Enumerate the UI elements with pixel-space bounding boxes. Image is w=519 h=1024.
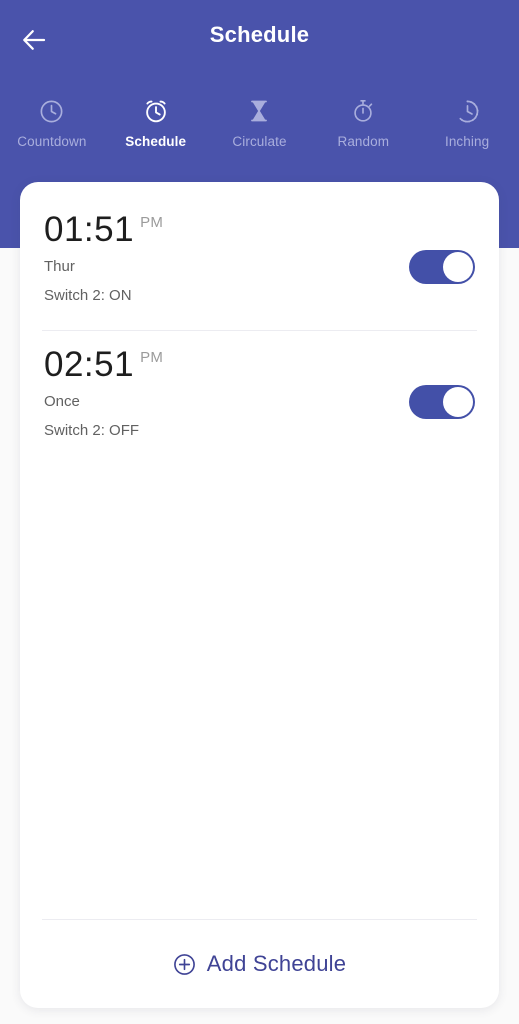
schedule-list: 01:51 PM Thur Switch 2: ON 02:51 PM Once… (20, 182, 499, 919)
page-title: Schedule (209, 22, 310, 47)
schedule-action: Switch 2: OFF (44, 421, 140, 439)
tab-label-random: Random (337, 134, 390, 149)
schedule-card: 01:51 PM Thur Switch 2: ON 02:51 PM Once… (20, 182, 499, 1008)
add-schedule-label: Add Schedule (206, 951, 347, 976)
schedule-action: Switch 2: ON (44, 286, 132, 304)
tab-circulate[interactable]: Circulate (208, 92, 312, 170)
schedule-time: 01:51 (44, 210, 135, 249)
tab-label-countdown: Countdown (17, 134, 87, 149)
schedule-toggle[interactable] (409, 250, 475, 284)
schedule-toggle[interactable] (409, 385, 475, 419)
tab-label-schedule: Schedule (125, 134, 187, 149)
toggle-knob (443, 252, 473, 282)
mode-tab-bar: Countdown Schedule Circulate Random Inch… (0, 92, 519, 170)
card-footer: Add Schedule (20, 919, 499, 1008)
tab-label-inching: Inching (444, 134, 490, 149)
app-bar: Schedule (0, 0, 519, 78)
hourglass-icon (246, 94, 272, 128)
dashed-clock-icon (454, 94, 481, 128)
alarm-clock-icon (142, 94, 170, 128)
schedule-meridiem: PM (140, 349, 164, 366)
toggle-knob (443, 387, 473, 417)
schedule-item[interactable]: 02:51 PM Once Switch 2: OFF (20, 331, 499, 465)
schedule-time-row: 02:51 PM (44, 345, 475, 384)
clock-icon (38, 94, 65, 128)
schedule-time-row: 01:51 PM (44, 210, 475, 249)
schedule-time: 02:51 (44, 345, 135, 384)
tab-schedule[interactable]: Schedule (104, 92, 208, 170)
tab-countdown[interactable]: Countdown (0, 92, 104, 170)
add-schedule-button[interactable]: Add Schedule (20, 920, 499, 1008)
tab-random[interactable]: Random (311, 92, 415, 170)
tab-inching[interactable]: Inching (415, 92, 519, 170)
plus-circle-icon (173, 953, 196, 976)
schedule-meridiem: PM (140, 214, 164, 231)
stopwatch-icon (350, 94, 376, 128)
schedule-item[interactable]: 01:51 PM Thur Switch 2: ON (20, 196, 499, 330)
tab-label-circulate: Circulate (232, 134, 287, 149)
